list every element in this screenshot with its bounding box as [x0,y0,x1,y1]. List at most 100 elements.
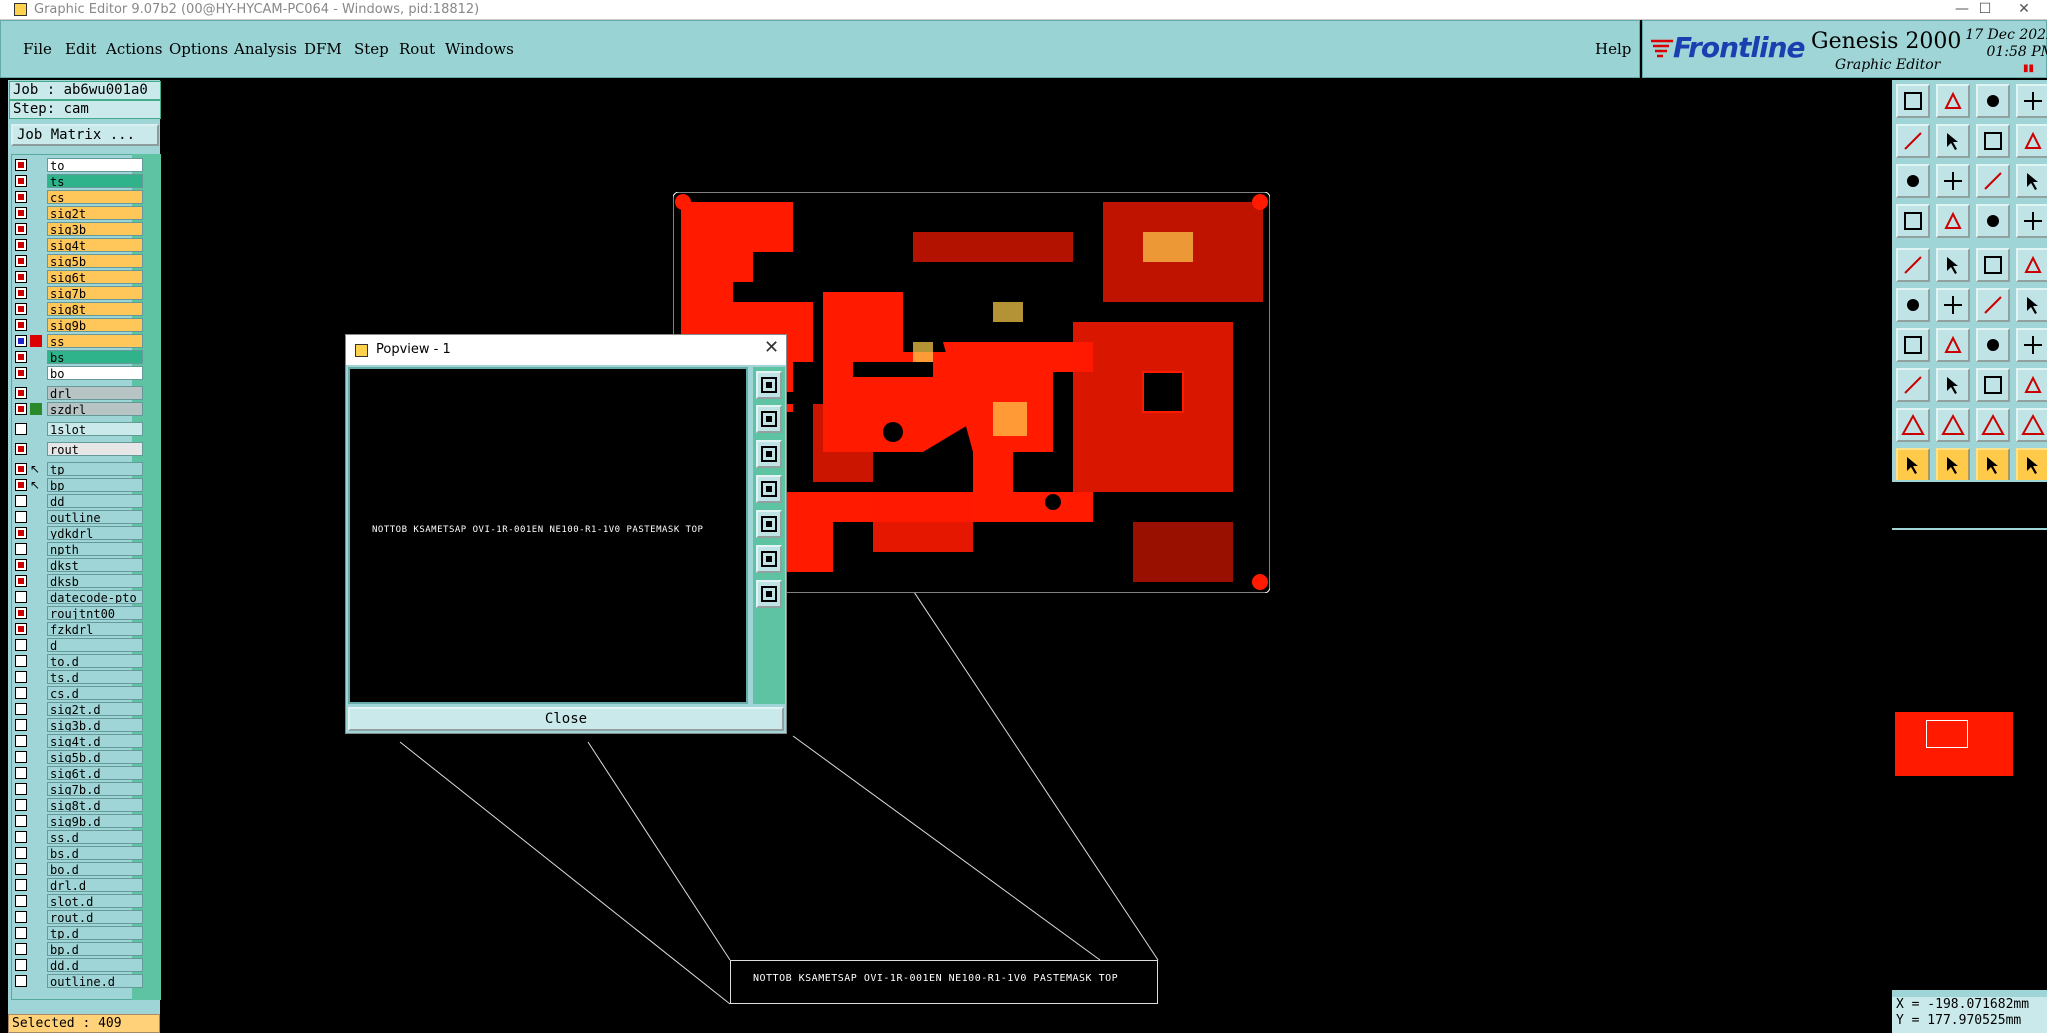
layer-row[interactable]: to.d◢ [13,654,153,668]
layer-checkbox[interactable] [15,719,27,731]
step-button[interactable] [2016,124,2047,158]
layer-checkbox[interactable] [15,559,27,571]
layer-checkbox[interactable] [15,287,27,299]
layer-checkbox[interactable] [15,879,27,891]
layer-checkbox[interactable] [15,479,27,491]
layer-checkbox[interactable] [15,911,27,923]
layer-checkbox[interactable] [15,543,27,555]
layer-row[interactable]: ts [13,174,153,188]
menu-options[interactable]: Options [169,40,228,58]
menu-windows[interactable]: Windows [445,40,514,58]
popview-close-button[interactable]: Close [348,707,784,731]
layer-checkbox[interactable] [15,495,27,507]
layer-row[interactable]: dkst [13,558,153,572]
layer-row[interactable]: sig6t [13,270,153,284]
layer-checkbox[interactable] [15,975,27,987]
layer-row[interactable]: dksb [13,574,153,588]
layer-checkbox[interactable] [15,639,27,651]
layer-row[interactable]: szdrl [13,402,153,416]
export-button[interactable] [1936,124,1970,158]
select-arrow-button[interactable] [1896,448,1930,482]
layer-checkbox[interactable] [15,751,27,763]
layer-row[interactable]: d [13,638,153,652]
layer-checkbox[interactable] [15,863,27,875]
popview-layer-up-button[interactable] [756,405,782,433]
layer-row[interactable]: sig8t.d [13,798,153,812]
menu-dfm[interactable]: DFM [304,40,342,58]
grid-button[interactable] [1936,204,1970,238]
layer-row[interactable]: drl.d [13,878,153,892]
layer-checkbox[interactable] [15,423,27,435]
popview-zoom-home-button[interactable] [756,371,782,399]
layer-row[interactable]: rout.d [13,910,153,924]
menu-step[interactable]: Step [354,40,389,58]
layer-row[interactable]: sig8t [13,302,153,316]
layer-row[interactable]: bo.d◢ [13,862,153,876]
scale-button[interactable] [1976,164,2010,198]
layer-row[interactable]: sig2t.d [13,702,153,716]
layer-checkbox[interactable] [15,255,27,267]
triangle-a-button[interactable] [1936,408,1970,442]
move-button[interactable] [1976,288,2010,322]
job-matrix-button[interactable]: Job Matrix ... [11,124,159,146]
layer-row[interactable]: sig4t [13,238,153,252]
layer-row[interactable]: fzkdrl [13,622,153,636]
layer-checkbox[interactable] [15,959,27,971]
circle-button[interactable] [2016,248,2047,282]
layer-checkbox[interactable] [15,783,27,795]
window-button[interactable] [2016,84,2047,118]
layer-row[interactable]: sig7b [13,286,153,300]
swap-button[interactable] [1976,124,2010,158]
layer-row[interactable]: bo◢ [13,366,153,380]
help-query-button[interactable] [2016,164,2047,198]
layer-checkbox[interactable] [15,847,27,859]
layer-row[interactable]: bs [13,350,153,364]
layer-row[interactable]: sig3b [13,222,153,236]
layer-row[interactable]: sig5b [13,254,153,268]
layer-row[interactable]: dd◢ [13,494,153,508]
layer-checkbox[interactable] [15,575,27,587]
layer-checkbox[interactable] [15,767,27,779]
layer-row[interactable]: slot.d [13,894,153,908]
save-button[interactable] [1936,84,1970,118]
layer-row[interactable]: to◢ [13,158,153,172]
popview-zoom-fit-button[interactable] [756,545,782,573]
import-button[interactable] [1896,124,1930,158]
menu-actions[interactable]: Actions [106,40,162,58]
layer-row[interactable]: datecode-pto [13,590,153,604]
layer-row[interactable]: sig9b.d [13,814,153,828]
symbol-button[interactable] [1896,368,1930,402]
layer-checkbox[interactable] [15,591,27,603]
layer-row[interactable]: ↖ bp [13,478,153,492]
select-box-button[interactable] [1936,448,1970,482]
layer-checkbox[interactable] [15,655,27,667]
layer-row[interactable]: cs [13,190,153,204]
layer-checkbox[interactable] [15,511,27,523]
triangle-button[interactable] [1896,408,1930,442]
triangle-b-button[interactable] [1976,408,2010,442]
snap-button[interactable] [1896,204,1930,238]
layer-row[interactable]: outline.d [13,974,153,988]
layer-checkbox[interactable] [15,895,27,907]
layer-row[interactable]: outline [13,510,153,524]
layer-row[interactable]: cs.d [13,686,153,700]
layer-row[interactable]: ss.d [13,830,153,844]
layer-row[interactable]: sig9b [13,318,153,332]
layer-checkbox[interactable] [15,303,27,315]
layer-checkbox[interactable] [15,159,27,171]
popview-zoom-expand-button[interactable] [756,580,782,608]
layer-row[interactable]: roujtnt00 [13,606,153,620]
layer-row[interactable]: rout [13,442,153,456]
dash-line-button[interactable] [1936,368,1970,402]
layer-checkbox[interactable] [15,815,27,827]
open-job-button[interactable] [1896,84,1930,118]
transform-button[interactable] [2016,368,2047,402]
layer-checkbox[interactable] [15,527,27,539]
layer-row[interactable]: bs.d [13,846,153,860]
route-button[interactable] [2016,288,2047,322]
layer-checkbox[interactable] [15,351,27,363]
layer-row[interactable]: ydkdrl [13,526,153,540]
layer-checkbox[interactable] [15,271,27,283]
layer-checkbox[interactable] [15,191,27,203]
select-net-button[interactable] [2016,448,2047,482]
